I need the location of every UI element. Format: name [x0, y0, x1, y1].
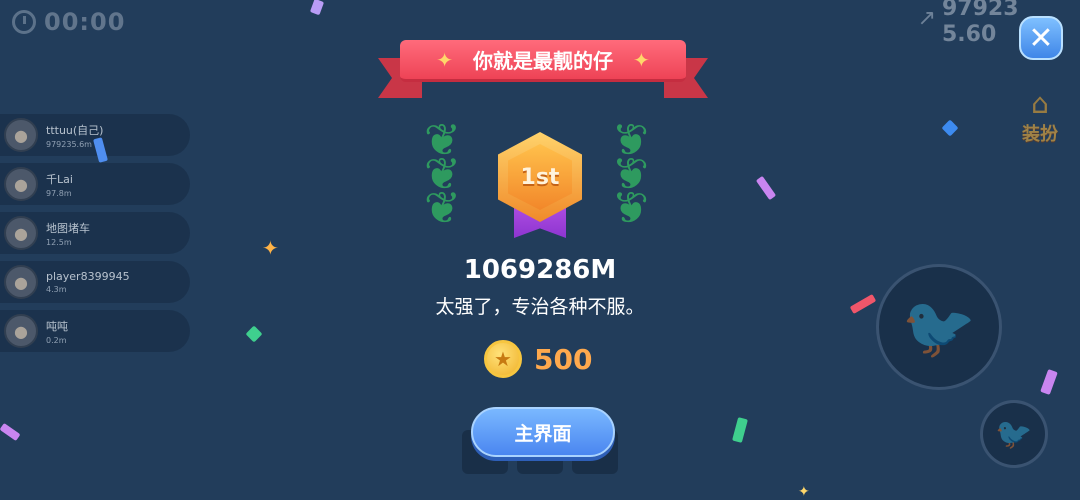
sparkle-icon: ✦ — [262, 236, 279, 260]
player-score: 4.3m — [46, 285, 67, 294]
confetti — [732, 417, 748, 443]
skill-button[interactable]: 🐦 — [980, 400, 1048, 468]
avatar: ● — [4, 265, 38, 299]
avatar: ● — [4, 167, 38, 201]
banner-title: 你就是最靓的仔 — [473, 49, 613, 73]
player-name: 千Lai — [46, 172, 73, 186]
main-menu-button[interactable]: 主界面 — [471, 407, 615, 457]
confetti — [309, 0, 325, 16]
confetti — [1040, 369, 1058, 395]
close-icon: ✕ — [1028, 20, 1054, 56]
ribbon-band: ✦ 你就是最靓的仔 ✦ — [400, 40, 686, 82]
result-banner: ✦ 你就是最靓的仔 ✦ — [378, 38, 708, 98]
confetti — [849, 294, 877, 314]
final-score: 1069286M — [463, 255, 617, 285]
confetti — [941, 119, 959, 137]
leaderboard-row: ● 吨吨 0.2m — [0, 310, 190, 352]
bird-icon: 🐦 — [901, 292, 977, 363]
close-button[interactable]: ✕ — [1019, 16, 1063, 60]
jump-button[interactable]: 🐦 — [876, 264, 1002, 390]
result-message: 太强了，专治各种不服。 — [435, 296, 645, 318]
player-name: tttuu(自己) — [46, 123, 104, 137]
confetti — [0, 422, 21, 442]
avatar: ● — [4, 216, 38, 250]
avatar: ● — [4, 314, 38, 348]
timer-text: 00:00 — [44, 8, 126, 36]
player-score: 12.5m — [46, 237, 72, 247]
coin-reward: ★ 500 — [484, 340, 592, 378]
clock-icon — [12, 10, 36, 34]
hanger-icon: ⌂ — [1031, 87, 1049, 120]
star-coin-icon: ★ — [484, 340, 522, 378]
rank-badge-text: 1st — [520, 164, 560, 190]
sparkle-icon: ✦ — [798, 484, 810, 500]
laurel-left-icon: ❦ ❦ ❦ — [424, 115, 461, 234]
laurel-right-icon: ❦ ❦ ❦ — [612, 115, 649, 234]
sparkle-icon: ✦ — [633, 47, 650, 72]
leaderboard-row: ● 千Lai 97.8m — [0, 163, 190, 205]
rank-medal: 1st — [498, 132, 582, 240]
trend-up-icon: ↗ — [917, 6, 936, 31]
timer: 00:00 — [12, 8, 125, 36]
player-name: 地图堵车 — [46, 221, 90, 235]
leaderboard-row: ● 地图堵车 12.5m — [0, 212, 190, 254]
avatar: ● — [4, 118, 38, 152]
player-score: 0.2m — [46, 335, 67, 345]
leaderboard: ● tttuu(自己) 979235.6m ● 千Lai 97.8m ● 地图堵… — [0, 114, 190, 359]
dress-up-label: 装扮 — [1022, 124, 1058, 145]
player-name: 吨吨 — [46, 319, 68, 333]
player-name: player8399945 — [46, 270, 130, 283]
coin-amount: 500 — [534, 342, 593, 376]
bird-icon: 🐦 — [995, 416, 1033, 452]
confetti — [755, 175, 777, 201]
dress-up-button[interactable]: ⌂ 装扮 — [1012, 88, 1068, 146]
leaderboard-row: ● player8399945 4.3m — [0, 261, 190, 303]
player-score: 97.8m — [46, 188, 72, 198]
sparkle-icon: ✦ — [436, 47, 453, 72]
confetti — [245, 325, 263, 343]
